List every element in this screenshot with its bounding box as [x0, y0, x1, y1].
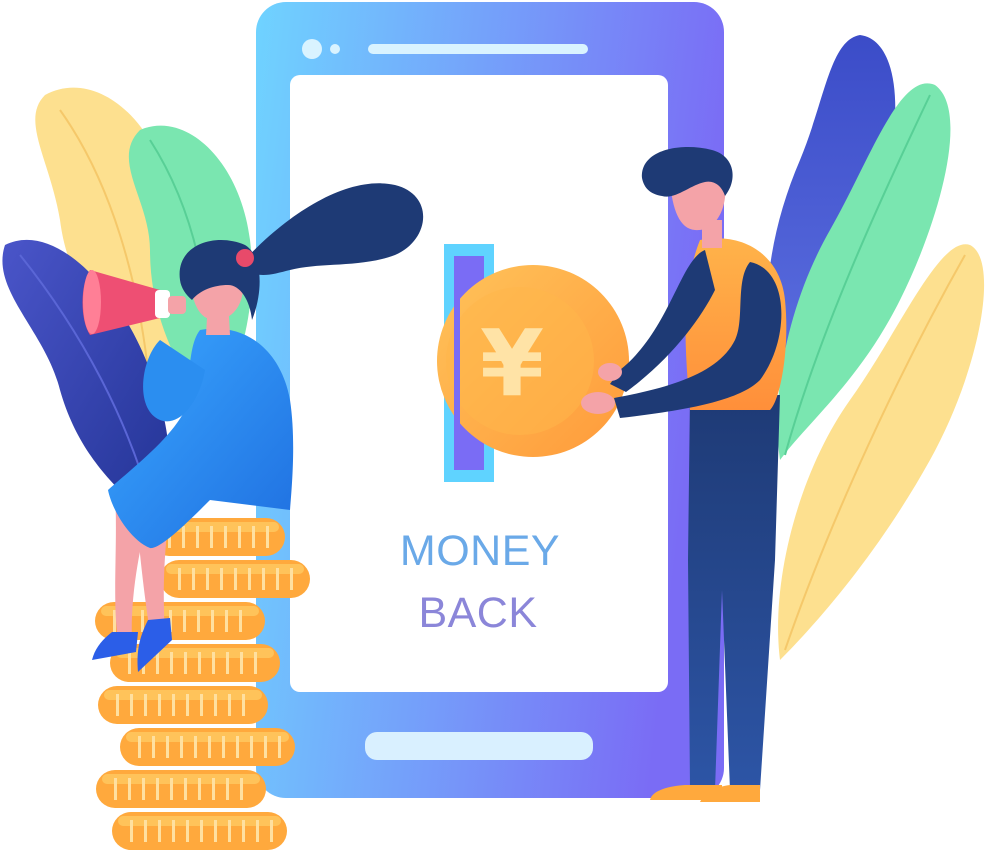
money-back-illustration: MONEY BACK ¥ — [0, 0, 995, 857]
coin-symbol: ¥ — [480, 310, 544, 417]
stack-coin — [120, 728, 295, 766]
phone-speaker — [368, 44, 588, 54]
screen-text-back: BACK — [418, 589, 537, 637]
phone-home-button[interactable] — [365, 732, 593, 760]
stack-coin — [96, 770, 266, 808]
screen-text-money: MONEY — [400, 527, 560, 575]
leaves-right — [766, 35, 985, 660]
stack-coin — [98, 686, 268, 724]
stack-coin — [160, 560, 310, 598]
phone-sensor-icon — [330, 44, 340, 54]
woman-hair-bun — [236, 249, 254, 267]
phone-camera-icon — [302, 39, 322, 59]
stack-coin — [112, 812, 287, 850]
illustration-canvas: MONEY BACK ¥ — [2, 2, 985, 850]
